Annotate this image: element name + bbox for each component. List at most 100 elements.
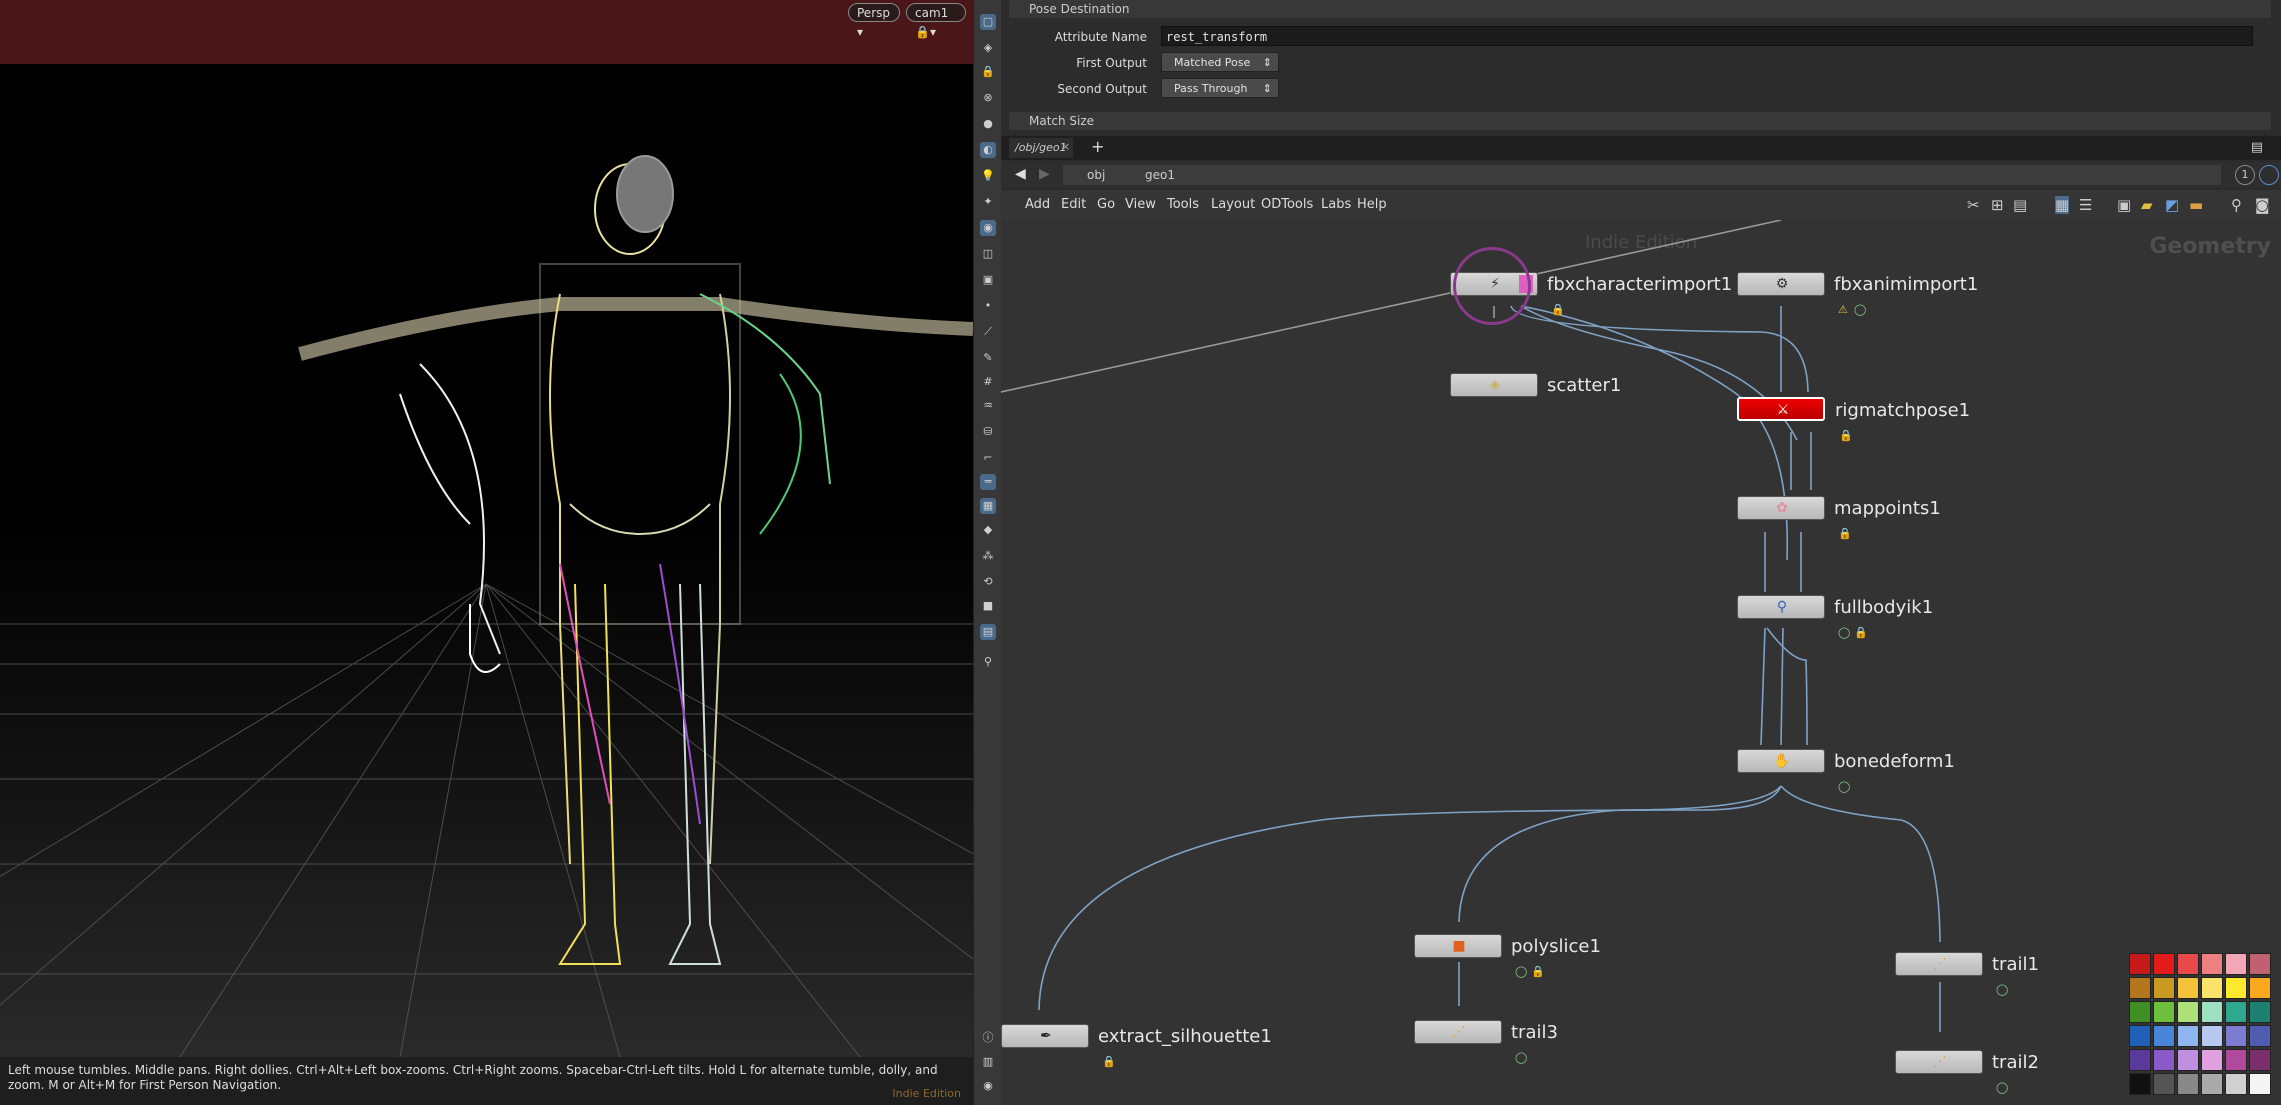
color-swatch[interactable] <box>2177 1073 2199 1095</box>
color-swatch[interactable] <box>2201 1025 2223 1047</box>
color-swatch[interactable] <box>2201 1049 2223 1071</box>
color-swatch[interactable] <box>2129 953 2151 975</box>
close-tab-icon[interactable]: × <box>1061 140 1070 153</box>
edge-icon[interactable]: ⟋ <box>980 324 996 340</box>
list-icon[interactable]: ▤ <box>2013 196 2027 214</box>
node-trail3[interactable]: ⋰ trail3 ◯ <box>1414 1020 1558 1064</box>
color-swatch[interactable] <box>2249 1001 2271 1023</box>
corner-icon[interactable]: ⌐ <box>980 450 996 466</box>
node-rigmatchpose[interactable]: ⚔ rigmatchpose1 🔒 <box>1737 397 1970 442</box>
tree-icon[interactable]: ⊞ <box>1991 196 2004 214</box>
color-swatch[interactable] <box>2225 1073 2247 1095</box>
color-swatch[interactable] <box>2201 1073 2223 1095</box>
node-fullbodyik[interactable]: ⚲ fullbodyik1 ◯ 🔒 <box>1737 595 1933 639</box>
paint-icon[interactable]: ♒ <box>980 398 996 414</box>
select-tool-icon[interactable]: ▢ <box>980 14 996 30</box>
network-editor[interactable]: Indie Edition Geometry ⚡ fbxcharacterimp… <box>1001 220 2281 1105</box>
pose-destination-section[interactable]: Pose Destination <box>1009 0 2271 18</box>
color-swatch[interactable] <box>2153 1025 2175 1047</box>
color-swatch[interactable] <box>2225 1001 2247 1023</box>
lock-icon[interactable]: 🔒 <box>980 64 996 80</box>
path-obj[interactable]: obj <box>1063 165 1121 185</box>
menu-tools[interactable]: Tools <box>1167 197 1199 212</box>
menu-layout[interactable]: Layout <box>1211 197 1255 212</box>
second-output-menu[interactable]: Pass Through ⇕ <box>1161 78 1279 98</box>
sticky-note-icon[interactable]: ▰ <box>2141 196 2153 214</box>
color-swatch[interactable] <box>2225 1025 2247 1047</box>
menu-odtools[interactable]: ODTools <box>1261 197 1313 212</box>
color-icon[interactable]: ◩ <box>2165 196 2179 214</box>
color-swatch[interactable] <box>2177 1025 2199 1047</box>
brush-icon[interactable]: ✎ <box>980 350 996 366</box>
list-view-icon[interactable]: ☰ <box>2079 196 2092 214</box>
wireframe-icon[interactable]: ◫ <box>980 246 996 262</box>
pin-icon[interactable]: ⚲ <box>980 654 996 670</box>
transform-icon[interactable]: ◆ <box>980 522 996 538</box>
menu-add[interactable]: Add <box>1025 197 1050 212</box>
back-icon[interactable]: ◀ <box>1015 166 1026 182</box>
grid-icon[interactable]: ▦ <box>980 498 996 514</box>
view-tool-icon[interactable]: ◈ <box>980 40 996 56</box>
node-extract-silhouette[interactable]: ✒ extract_silhouette1 🔒 <box>1001 1024 1272 1068</box>
camera-icon[interactable]: ▣ <box>980 272 996 288</box>
add-tab-icon[interactable]: + <box>1091 137 1104 156</box>
node-fbxanimimport[interactable]: ⚙ fbxanimimport1 ⚠ ◯ <box>1737 272 1978 316</box>
wrench-icon[interactable]: ✂ <box>1967 196 1980 214</box>
image-icon[interactable]: ▣ <box>2117 196 2131 214</box>
node-polyslice[interactable]: ■ polyslice1 ◯ 🔒 <box>1414 934 1601 978</box>
screenshot-icon[interactable]: ◙ <box>2255 196 2270 214</box>
handle-icon[interactable]: ⟲ <box>980 574 996 590</box>
color-swatch[interactable] <box>2129 1049 2151 1071</box>
camera-menu-button[interactable]: cam1 🔒▾ <box>906 3 966 39</box>
menu-edit[interactable]: Edit <box>1061 197 1086 212</box>
shading-icon[interactable]: ◉ <box>980 220 996 236</box>
color-swatch[interactable] <box>2249 1025 2271 1047</box>
scene-viewport[interactable]: Persp ▾ cam1 🔒▾ Left mouse tumbles. Midd… <box>0 0 973 1105</box>
first-output-menu[interactable]: Matched Pose ⇕ <box>1161 52 1279 72</box>
color-swatch[interactable] <box>2177 953 2199 975</box>
point-icon[interactable]: • <box>980 298 996 314</box>
node-trail1[interactable]: ⋰ trail1 ◯ <box>1895 952 2039 996</box>
menu-help[interactable]: Help <box>1357 197 1387 212</box>
camera-light-icon[interactable]: ✦ <box>980 194 996 210</box>
color-swatch[interactable] <box>2153 977 2175 999</box>
render-icon[interactable]: ▤ <box>980 624 996 640</box>
color-swatch[interactable] <box>2153 1049 2175 1071</box>
attribute-name-field[interactable]: rest_transform <box>1161 26 2253 46</box>
color-swatch[interactable] <box>2249 977 2271 999</box>
color-swatch[interactable] <box>2201 977 2223 999</box>
snapshot-icon[interactable]: ◉ <box>980 1078 996 1094</box>
pin-pane-icon[interactable] <box>2259 165 2279 185</box>
color-swatch[interactable] <box>2225 1049 2247 1071</box>
color-swatch[interactable] <box>2249 1073 2271 1095</box>
info-icon[interactable]: ⓘ <box>980 1030 996 1046</box>
color-swatch[interactable] <box>2177 1049 2199 1071</box>
menu-labs[interactable]: Labs <box>1321 197 1351 212</box>
color-swatch[interactable] <box>2225 953 2247 975</box>
node-bonedeform[interactable]: ✋ bonedeform1 ◯ <box>1737 749 1955 793</box>
sphere-icon[interactable]: ● <box>980 116 996 132</box>
color-swatch[interactable] <box>2177 977 2199 999</box>
color-swatch[interactable] <box>2129 1025 2151 1047</box>
network-box-icon[interactable]: ▬ <box>2189 196 2203 214</box>
menu-go[interactable]: Go <box>1097 197 1115 212</box>
color-swatch[interactable] <box>2153 953 2175 975</box>
color-swatch[interactable] <box>2129 1073 2151 1095</box>
node-mappoints[interactable]: ✿ mappoints1 🔒 <box>1737 496 1941 540</box>
zoom-icon[interactable]: ⚲ <box>2231 196 2242 214</box>
forward-icon[interactable]: ▶ <box>1039 166 1050 182</box>
node-scatter[interactable]: ◈ scatter1 <box>1450 373 1621 397</box>
match-size-section[interactable]: Match Size <box>1009 112 2271 130</box>
page-indicator[interactable]: 1 <box>2235 165 2255 185</box>
color-swatch[interactable] <box>2201 1001 2223 1023</box>
display-icon[interactable]: ◐ <box>980 142 996 158</box>
layout-icon[interactable]: ▥ <box>980 1054 996 1070</box>
color-swatch[interactable] <box>2249 1049 2271 1071</box>
square-icon[interactable]: ■ <box>980 598 996 614</box>
snap-icon[interactable]: ⊗ <box>980 90 996 106</box>
color-swatch[interactable] <box>2129 1001 2151 1023</box>
color-swatch[interactable] <box>2201 953 2223 975</box>
color-swatch[interactable] <box>2249 953 2271 975</box>
bucket-icon[interactable]: ⛁ <box>980 424 996 440</box>
color-swatch[interactable] <box>2129 977 2151 999</box>
